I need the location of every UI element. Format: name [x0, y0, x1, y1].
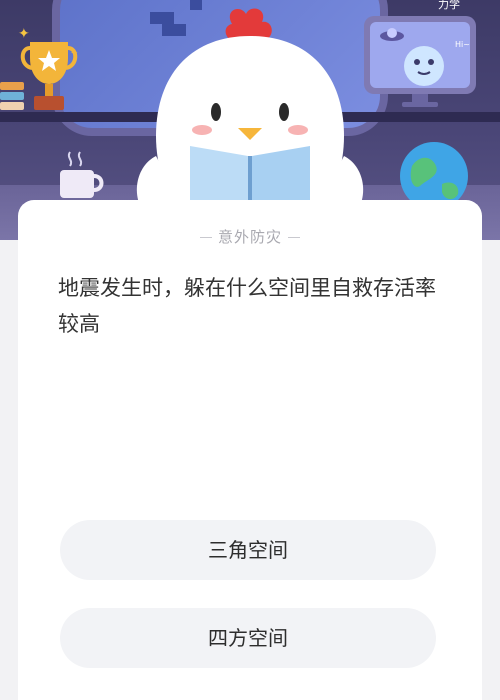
answer-option-2[interactable]: 四方空间 [60, 608, 436, 668]
answer-option-1[interactable]: 三角空间 [60, 520, 436, 580]
monitor-greeting: Hi~ [455, 40, 470, 49]
corner-text: 力学 [438, 0, 460, 11]
trophy-icon [20, 42, 78, 110]
category-label: 意外防灾 [18, 226, 482, 247]
divider [199, 237, 212, 238]
category-text: 意外防灾 [217, 228, 282, 246]
books-icon [0, 82, 24, 112]
question-card: 意外防灾 地震发生时，躲在什么空间里自救存活率较高 三角空间 四方空间 [18, 200, 482, 700]
divider [288, 237, 300, 238]
mug-icon [60, 151, 104, 198]
question-text: 地震发生时，躲在什么空间里自救存活率较高 [58, 276, 436, 336]
